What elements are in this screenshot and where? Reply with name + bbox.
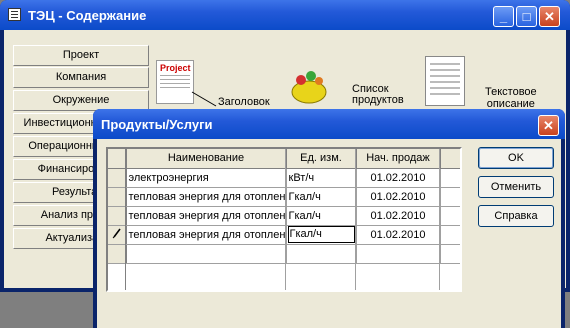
products-label[interactable]: Список продуктов: [352, 84, 404, 106]
cell-name[interactable]: тепловая энергия для отоплен: [126, 225, 287, 245]
table-row[interactable]: тепловая энергия для отоплен Гкал/ч 01.0…: [108, 187, 460, 207]
cell-name[interactable]: электроэнергия: [126, 168, 287, 188]
column-header-filler: [440, 149, 460, 169]
text-description-label[interactable]: Текстовое описание: [485, 86, 537, 110]
cell-filler: [440, 206, 460, 226]
cell-start[interactable]: [356, 244, 441, 264]
cell-filler: [440, 244, 460, 264]
cancel-button[interactable]: Отменить: [478, 176, 554, 198]
cell-name[interactable]: [126, 244, 287, 264]
pencil-icon: [112, 228, 121, 239]
help-button[interactable]: Справка: [478, 205, 554, 227]
table-row[interactable]: электроэнергия кВт/ч 01.02.2010: [108, 168, 460, 188]
ok-button[interactable]: OK: [478, 147, 554, 169]
grid-header-row: Наименование Ед. изм. Нач. продаж: [108, 149, 460, 169]
close-button[interactable]: ✕: [539, 6, 560, 27]
app-icon: [8, 8, 21, 21]
cell-filler: [440, 187, 460, 207]
row-indicator[interactable]: [108, 168, 127, 188]
basket-icon[interactable]: [289, 62, 329, 106]
main-title: ТЭЦ - Содержание: [28, 8, 147, 23]
cell-start[interactable]: 01.02.2010: [356, 206, 441, 226]
cell-unit[interactable]: Гкал/ч: [286, 187, 357, 207]
header-label[interactable]: Заголовок: [218, 96, 270, 108]
cell-start[interactable]: 01.02.2010: [356, 168, 441, 188]
row-indicator[interactable]: [108, 187, 127, 207]
column-header-name[interactable]: Наименование: [126, 149, 287, 169]
cell-unit[interactable]: [286, 244, 357, 264]
unit-edit-input[interactable]: Гкал/ч: [287, 226, 355, 243]
dialog-titlebar[interactable]: Продукты/Услуги ✕: [93, 109, 565, 139]
dialog-close-button[interactable]: ✕: [538, 115, 559, 136]
document-icon[interactable]: [425, 56, 465, 106]
column-divider: [439, 149, 440, 290]
dialog-client-area: Наименование Ед. изм. Нач. продаж электр…: [97, 139, 561, 328]
maximize-button[interactable]: □: [516, 6, 537, 27]
column-header-unit[interactable]: Ед. изм.: [286, 149, 357, 169]
cell-start[interactable]: 01.02.2010: [356, 225, 441, 245]
minimize-button[interactable]: _: [493, 6, 514, 27]
row-indicator-header: [108, 149, 127, 169]
sidebar-item-environment[interactable]: Окружение: [13, 90, 149, 111]
cell-unit[interactable]: кВт/ч: [286, 168, 357, 188]
indicator-column-divider: [125, 149, 126, 290]
cell-filler: [440, 225, 460, 245]
table-row-new[interactable]: [108, 244, 460, 264]
cell-unit[interactable]: Гкал/ч: [286, 206, 357, 226]
sidebar-item-company[interactable]: Компания: [13, 67, 149, 88]
row-indicator[interactable]: [108, 244, 127, 264]
dialog-title: Продукты/Услуги: [101, 117, 213, 132]
column-divider: [355, 149, 356, 290]
cell-name[interactable]: тепловая энергия для отоплен: [126, 187, 287, 207]
project-icon-text: Project: [160, 63, 191, 73]
cell-name[interactable]: тепловая энергия для отоплен: [126, 206, 287, 226]
table-row-editing[interactable]: тепловая энергия для отоплен Гкал/ч 01.0…: [108, 225, 460, 245]
cell-unit-editor[interactable]: Гкал/ч: [286, 225, 357, 245]
products-dialog: Продукты/Услуги ✕ Наименование Ед. изм. …: [93, 109, 565, 328]
products-grid[interactable]: Наименование Ед. изм. Нач. продаж электр…: [106, 147, 462, 292]
table-row[interactable]: тепловая энергия для отоплен Гкал/ч 01.0…: [108, 206, 460, 226]
arrow-icon: [191, 91, 217, 107]
column-header-start[interactable]: Нач. продаж: [356, 149, 441, 169]
row-indicator[interactable]: [108, 206, 127, 226]
row-indicator-edit[interactable]: [108, 225, 127, 245]
sidebar-item-project[interactable]: Проект: [13, 45, 149, 66]
cell-filler: [440, 168, 460, 188]
cell-start[interactable]: 01.02.2010: [356, 187, 441, 207]
column-divider: [285, 149, 286, 290]
main-titlebar[interactable]: ТЭЦ - Содержание _ □ ✕: [0, 0, 570, 30]
project-icon[interactable]: Project: [156, 60, 194, 104]
